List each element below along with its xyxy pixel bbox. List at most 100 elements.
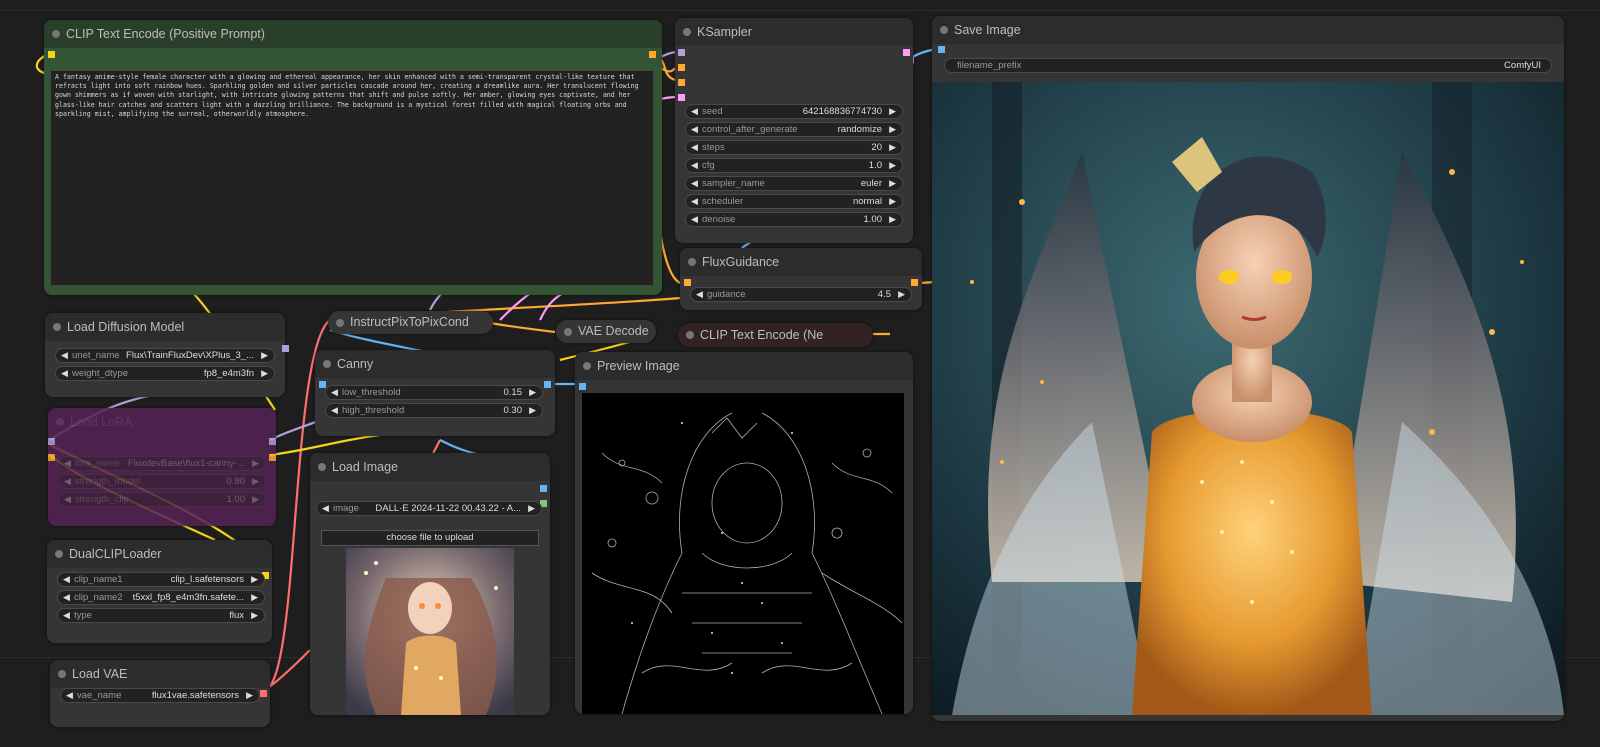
node-flux-guidance[interactable]: FluxGuidance ◀ guidance 4.5 ▶ <box>680 248 922 310</box>
output-slot-model[interactable] <box>282 345 289 352</box>
output-slot-vae[interactable] <box>260 690 267 697</box>
input-slot-image[interactable] <box>319 381 326 388</box>
widget-clip-name2[interactable]: ◀ clip_name2 t5xxl_fp8_e4m3fn.safete... ▶ <box>57 590 265 605</box>
widget-high-threshold[interactable]: ◀ high_threshold 0.30 ▶ <box>325 403 543 418</box>
output-slot-image[interactable] <box>540 485 547 492</box>
prompt-textarea[interactable]: A fantasy anime-style female character w… <box>50 70 654 286</box>
widget-sampler-name[interactable]: ◀ sampler_name euler ▶ <box>685 176 903 191</box>
increment-arrow-icon[interactable]: ▶ <box>246 689 253 702</box>
node-title[interactable]: Load VAE <box>50 660 270 688</box>
increment-arrow-icon[interactable]: ▶ <box>889 195 896 208</box>
widget-clip-name1[interactable]: ◀ clip_name1 clip_l.safetensors ▶ <box>57 572 265 587</box>
decrement-arrow-icon[interactable]: ◀ <box>322 502 329 515</box>
node-title[interactable]: Load Image <box>310 453 550 481</box>
decrement-arrow-icon[interactable]: ◀ <box>61 349 68 362</box>
input-slot-conditioning[interactable] <box>684 279 691 286</box>
decrement-arrow-icon[interactable]: ◀ <box>64 475 71 488</box>
node-collapse-dot[interactable] <box>55 550 63 558</box>
increment-arrow-icon[interactable]: ▶ <box>252 475 259 488</box>
decrement-arrow-icon[interactable]: ◀ <box>691 213 698 226</box>
increment-arrow-icon[interactable]: ▶ <box>898 288 905 301</box>
increment-arrow-icon[interactable]: ▶ <box>251 573 258 586</box>
widget-strength-clip[interactable]: ◀ strength_clip 1.00 ▶ <box>58 492 266 507</box>
node-title[interactable]: VAE Decode <box>556 320 656 343</box>
widget-control-after-generate[interactable]: ◀ control_after_generate randomize ▶ <box>685 122 903 137</box>
node-title[interactable]: CLIP Text Encode (Positive Prompt) <box>44 20 662 48</box>
node-title[interactable]: DualCLIPLoader <box>47 540 272 568</box>
output-slot-image[interactable] <box>544 381 551 388</box>
decrement-arrow-icon[interactable]: ◀ <box>691 195 698 208</box>
widget-low-threshold[interactable]: ◀ low_threshold 0.15 ▶ <box>325 385 543 400</box>
decrement-arrow-icon[interactable]: ◀ <box>696 288 703 301</box>
widget-unet-name[interactable]: ◀ unet_name Flux\TrainFluxDev\XPlus_3_... ▶ <box>55 348 275 363</box>
node-title[interactable]: InstructPixToPixCond <box>328 311 493 334</box>
input-slot-positive[interactable] <box>678 64 685 71</box>
decrement-arrow-icon[interactable]: ◀ <box>691 159 698 172</box>
increment-arrow-icon[interactable]: ▶ <box>889 213 896 226</box>
node-collapse-dot[interactable] <box>564 328 572 336</box>
node-collapse-dot[interactable] <box>56 418 64 426</box>
widget-strength-model[interactable]: ◀ strength_model 0.80 ▶ <box>58 474 266 489</box>
input-slot-clip[interactable] <box>48 51 55 58</box>
node-collapse-dot[interactable] <box>686 331 694 339</box>
node-load-image[interactable]: Load Image ◀ image DALL·E 2024-11-22 00.43… <box>310 453 550 715</box>
input-slot-images[interactable] <box>938 46 945 53</box>
output-slot-latent[interactable] <box>903 49 910 56</box>
widget-steps[interactable]: ◀ steps 20 ▶ <box>685 140 903 155</box>
input-slot-negative[interactable] <box>678 79 685 86</box>
decrement-arrow-icon[interactable]: ◀ <box>331 386 338 399</box>
decrement-arrow-icon[interactable]: ◀ <box>691 123 698 136</box>
node-title[interactable]: Load LoRA <box>48 408 276 436</box>
widget-vae-name[interactable]: ◀ vae_name flux1vae.safetensors ▶ <box>60 688 260 703</box>
increment-arrow-icon[interactable]: ▶ <box>252 493 259 506</box>
increment-arrow-icon[interactable]: ▶ <box>261 349 268 362</box>
widget-denoise[interactable]: ◀ denoise 1.00 ▶ <box>685 212 903 227</box>
node-clip-text-encode-positive[interactable]: CLIP Text Encode (Positive Prompt) A fan… <box>44 20 662 295</box>
choose-file-upload-button[interactable]: choose file to upload <box>321 530 539 546</box>
input-slot-images[interactable] <box>579 383 586 390</box>
increment-arrow-icon[interactable]: ▶ <box>529 386 536 399</box>
node-vae-decode[interactable]: VAE Decode <box>556 320 656 343</box>
node-collapse-dot[interactable] <box>52 30 60 38</box>
widget-cfg[interactable]: ◀ cfg 1.0 ▶ <box>685 158 903 173</box>
widget-image[interactable]: ◀ image DALL·E 2024-11-22 00.43.22 - A... ▶ <box>316 501 542 516</box>
increment-arrow-icon[interactable]: ▶ <box>252 457 259 470</box>
node-collapse-dot[interactable] <box>318 463 326 471</box>
widget-type[interactable]: ◀ type flux ▶ <box>57 608 265 623</box>
increment-arrow-icon[interactable]: ▶ <box>529 404 536 417</box>
widget-scheduler[interactable]: ◀ scheduler normal ▶ <box>685 194 903 209</box>
decrement-arrow-icon[interactable]: ◀ <box>331 404 338 417</box>
node-title[interactable]: Load Diffusion Model <box>45 313 285 341</box>
input-slot-model[interactable] <box>48 438 55 445</box>
decrement-arrow-icon[interactable]: ◀ <box>66 689 73 702</box>
decrement-arrow-icon[interactable]: ◀ <box>64 457 71 470</box>
node-collapse-dot[interactable] <box>583 362 591 370</box>
node-collapse-dot[interactable] <box>58 670 66 678</box>
output-slot-conditioning[interactable] <box>649 51 656 58</box>
node-collapse-dot[interactable] <box>683 28 691 36</box>
node-title[interactable]: Canny <box>315 350 555 378</box>
node-clip-text-encode-negative[interactable]: CLIP Text Encode (Ne <box>678 323 873 347</box>
widget-lora-name[interactable]: ◀ lora_name FluxdevBase\flux1-canny-... ▶ <box>58 456 266 471</box>
node-title[interactable]: FluxGuidance <box>680 248 922 276</box>
increment-arrow-icon[interactable]: ▶ <box>528 502 535 515</box>
node-load-diffusion-model[interactable]: Load Diffusion Model ◀ unet_name Flux\Trai… <box>45 313 289 397</box>
input-slot-clip[interactable] <box>48 454 55 461</box>
increment-arrow-icon[interactable]: ▶ <box>889 105 896 118</box>
decrement-arrow-icon[interactable]: ◀ <box>63 591 70 604</box>
increment-arrow-icon[interactable]: ▶ <box>889 123 896 136</box>
decrement-arrow-icon[interactable]: ◀ <box>64 493 71 506</box>
increment-arrow-icon[interactable]: ▶ <box>889 141 896 154</box>
node-title[interactable]: Preview Image <box>575 352 913 380</box>
increment-arrow-icon[interactable]: ▶ <box>251 591 258 604</box>
decrement-arrow-icon[interactable]: ◀ <box>691 177 698 190</box>
widget-guidance[interactable]: ◀ guidance 4.5 ▶ <box>690 287 912 302</box>
increment-arrow-icon[interactable]: ▶ <box>889 159 896 172</box>
widget-seed[interactable]: ◀ seed 642168836774730 ▶ <box>685 104 903 119</box>
increment-arrow-icon[interactable]: ▶ <box>251 609 258 622</box>
node-collapse-dot[interactable] <box>940 26 948 34</box>
output-slot-conditioning[interactable] <box>911 279 918 286</box>
input-slot-model[interactable] <box>678 49 685 56</box>
node-ksampler[interactable]: KSampler ◀ seed 642168836774730 ▶ ◀ control_a… <box>675 18 913 243</box>
node-dual-clip-loader[interactable]: DualCLIPLoader ◀ clip_name1 clip_l.safeten… <box>47 540 272 643</box>
